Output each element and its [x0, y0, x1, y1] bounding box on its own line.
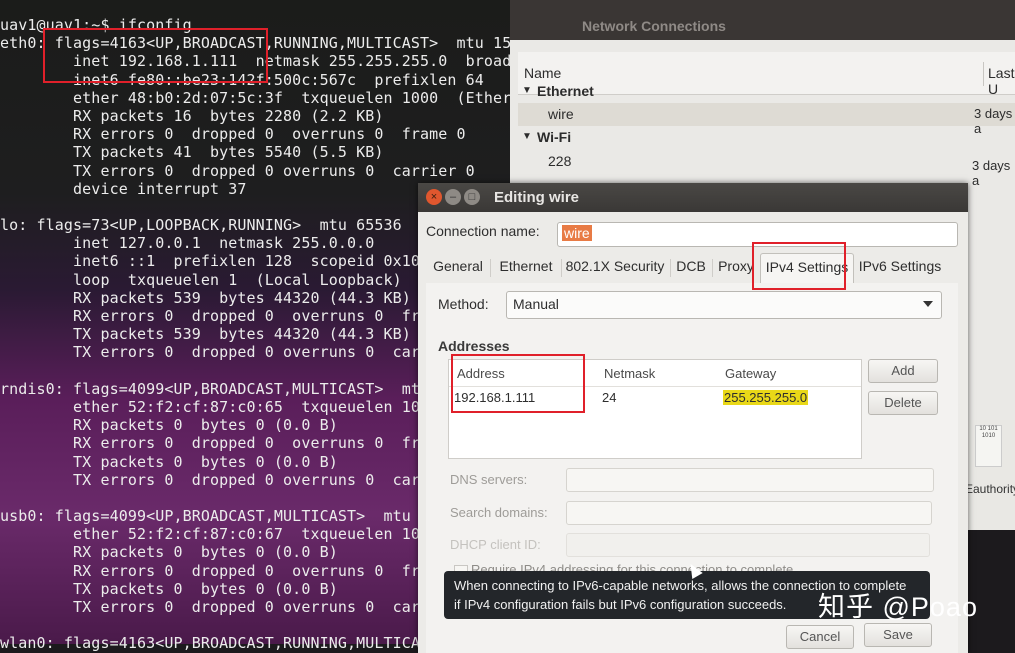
terminal-line: TX errors 0 dropped 0 overruns 0 carrier… — [0, 161, 475, 180]
settings-tabs: General Ethernet 802.1X Security DCB Pro… — [426, 253, 958, 284]
connection-row-228[interactable]: 228 3 days a — [518, 150, 1015, 188]
addresses-heading: Addresses — [438, 338, 510, 354]
save-button[interactable]: Save — [864, 623, 932, 647]
terminal-line: TX packets 41 bytes 5540 (5.5 KB) — [0, 143, 384, 162]
tab-general[interactable]: General — [428, 253, 488, 283]
tab-divider — [712, 259, 713, 277]
column-name[interactable]: Name — [524, 65, 561, 81]
file-icon-text: 10 101 1010 — [979, 426, 998, 439]
dns-servers-input[interactable] — [566, 468, 934, 492]
method-value: Manual — [513, 296, 559, 312]
dhcp-client-id-label: DHCP client ID: — [450, 537, 541, 552]
search-domains-input[interactable] — [566, 501, 932, 525]
delete-address-button[interactable]: Delete — [868, 391, 938, 415]
terminal-line: RX errors 0 dropped 0 overruns 0 frame 0 — [0, 125, 466, 144]
cancel-button[interactable]: Cancel — [786, 625, 854, 649]
dropdown-arrow-icon — [923, 301, 933, 307]
group-ethernet[interactable]: ▼ Ethernet — [518, 80, 1015, 103]
terminal-line: RX packets 16 bytes 2280 (2.2 KB) — [0, 106, 384, 125]
minimize-icon[interactable]: – — [445, 189, 461, 205]
connection-name: wire — [548, 106, 574, 122]
editing-wire-dialog[interactable]: × – □ Editing wire Connection name: wire… — [418, 183, 968, 653]
dns-servers-label: DNS servers: — [450, 472, 528, 487]
maximize-icon[interactable]: □ — [464, 189, 480, 205]
connection-name: 228 — [548, 153, 572, 169]
expander-down-icon[interactable]: ▼ — [522, 131, 532, 142]
group-label: Ethernet — [537, 83, 594, 99]
tab-ethernet[interactable]: Ethernet — [494, 253, 558, 283]
tab-divider — [490, 259, 491, 277]
group-wifi[interactable]: ▼ Wi-Fi — [518, 126, 1015, 149]
network-connections-title: Network Connections — [582, 18, 726, 34]
watermark: 知乎 @Poao — [818, 592, 978, 622]
close-icon[interactable]: × — [426, 189, 442, 205]
terminal-line: ether 48:b0:2d:07:5c:3f txqueuelen 1000 … — [0, 88, 548, 107]
connection-name-value: wire — [562, 225, 592, 241]
file-icon[interactable]: 10 101 1010 — [975, 425, 1002, 467]
ipv4-tab-highlight-box — [752, 242, 846, 290]
dialog-titlebar: × – □ Editing wire — [418, 183, 968, 212]
netmask-cell[interactable]: 24 — [602, 390, 616, 405]
method-label: Method: — [438, 296, 489, 312]
tab-proxy[interactable]: Proxy — [716, 253, 756, 283]
address-highlight-box — [451, 354, 585, 413]
network-connections-titlebar: Network Connections — [510, 0, 1015, 40]
connection-last-used: 3 days a — [972, 158, 1011, 188]
gateway-cell[interactable]: 255.255.255.0 — [723, 390, 809, 405]
dialog-title: Editing wire — [494, 189, 580, 206]
tab-8021x-security[interactable]: 802.1X Security — [564, 253, 666, 283]
tab-ipv6-settings[interactable]: IPv6 Settings — [856, 253, 944, 283]
tab-divider — [670, 259, 671, 277]
connection-name-label: Connection name: — [426, 223, 540, 239]
tab-divider — [561, 259, 562, 277]
method-dropdown[interactable]: Manual — [506, 291, 942, 319]
tab-dcb[interactable]: DCB — [674, 253, 708, 283]
dhcp-client-id-input[interactable] — [566, 533, 930, 557]
group-label: Wi-Fi — [537, 129, 572, 145]
column-gateway: Gateway — [725, 366, 777, 381]
search-domains-label: Search domains: — [450, 505, 548, 520]
connection-row-wire[interactable]: wire 3 days a — [518, 103, 1015, 136]
column-netmask: Netmask — [604, 366, 656, 381]
expander-down-icon[interactable]: ▼ — [522, 85, 532, 96]
add-address-button[interactable]: Add — [868, 359, 938, 383]
tooltip-line-2: if IPv4 configuration fails but IPv6 con… — [454, 597, 787, 612]
inet-highlight-box — [43, 28, 268, 83]
